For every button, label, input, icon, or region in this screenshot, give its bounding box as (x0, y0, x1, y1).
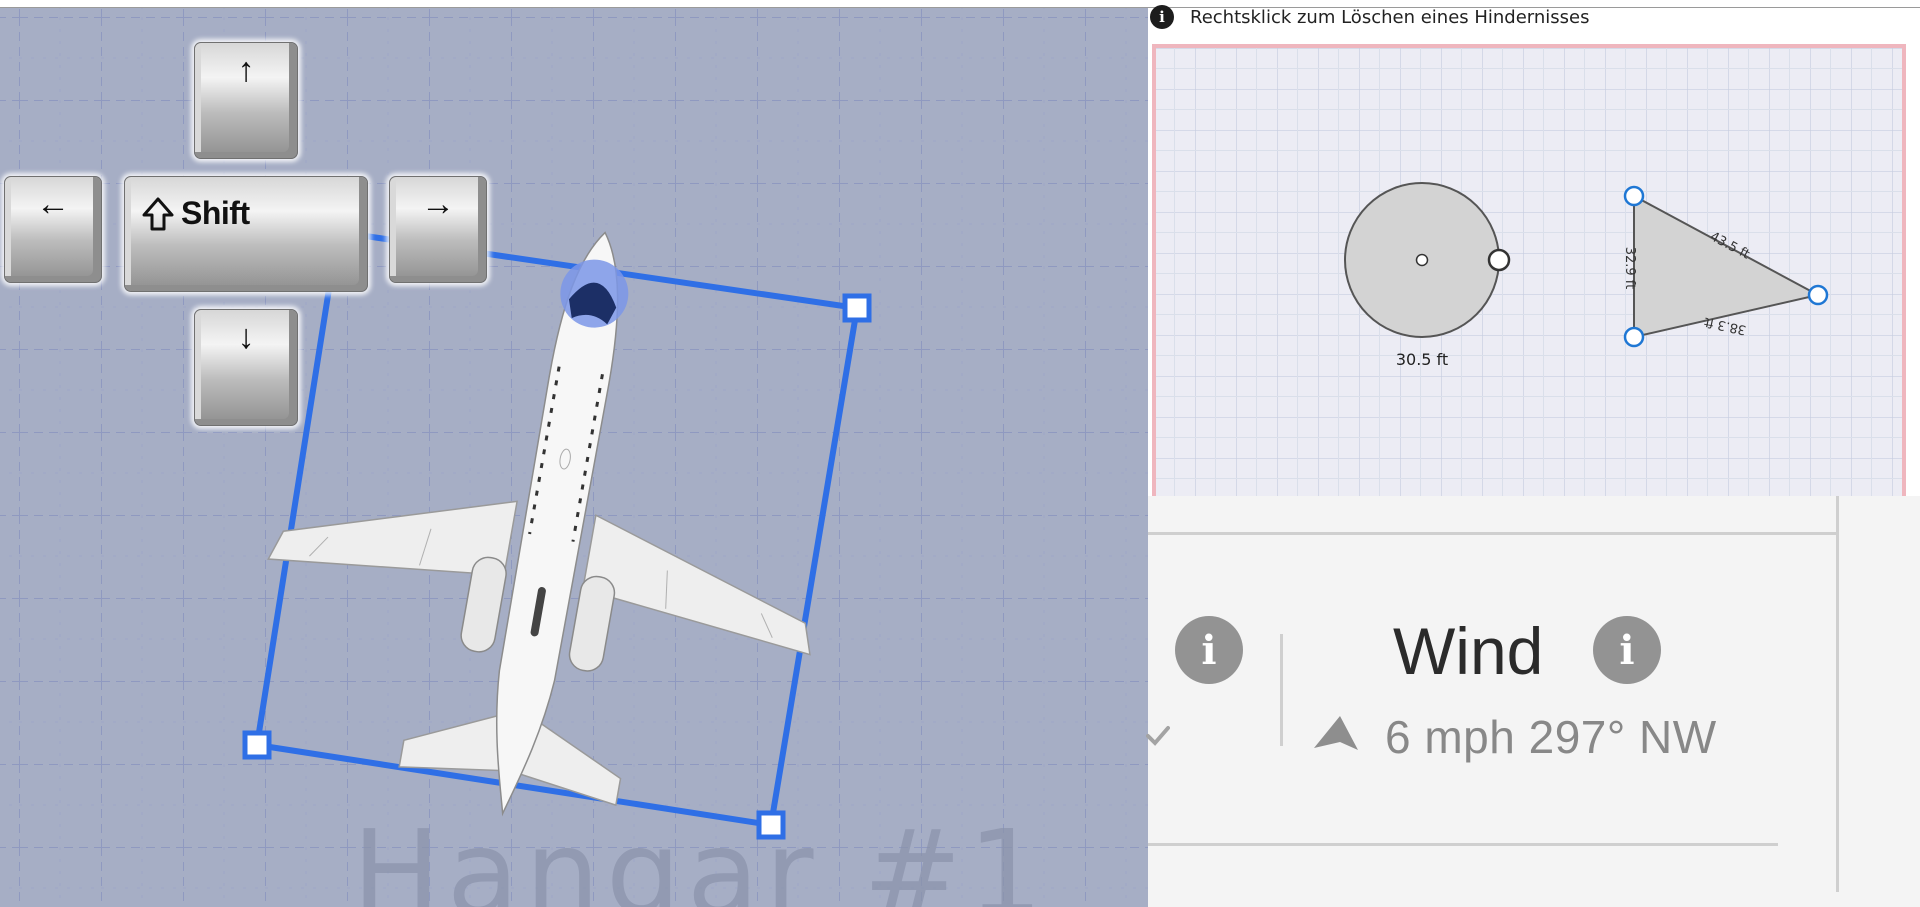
obstacle-canvas[interactable]: 30.5 ft 43.5 ft 32.9 ft 38.3 ft (1152, 44, 1906, 496)
wind-value: 6 mph 297° NW (1385, 711, 1717, 763)
wind-direction-arrow-icon (1314, 716, 1358, 750)
weather-panel-bottom-border (1148, 843, 1778, 846)
arrow-up-icon: ↑ (237, 51, 255, 89)
wind-title: Wind (1393, 614, 1544, 688)
shift-key-label: Shift (181, 195, 250, 231)
triangle-vertex-handle-right[interactable] (1807, 284, 1829, 306)
resize-handle-bottom-right[interactable] (756, 810, 786, 840)
weather-info-icon[interactable]: i (1175, 616, 1243, 684)
shift-key: Shift (124, 176, 368, 292)
delete-obstacle-hint-text: Rechtsklick zum Löschen eines Hinderniss… (1190, 6, 1590, 28)
arrow-left-icon: ← (36, 185, 70, 223)
circle-diameter-label: 30.5 ft (1396, 350, 1448, 369)
wind-info-icon[interactable]: i (1593, 616, 1661, 684)
resize-handle-top-right[interactable] (842, 293, 872, 323)
info-icon: i (1150, 5, 1174, 29)
weather-column-divider (1280, 634, 1283, 746)
app-root: Hangar #1 ↑ ← Shift → ↓ i Rechtsklick zu… (0, 0, 1920, 907)
arrow-right-key: → (389, 176, 487, 283)
circle-center-handle[interactable] (1415, 253, 1429, 267)
top-separator (0, 0, 1920, 8)
hangar-canvas[interactable]: Hangar #1 ↑ ← Shift → ↓ (0, 8, 1148, 907)
arrow-down-key: ↓ (194, 309, 298, 426)
check-icon (1146, 726, 1170, 746)
resize-handle-bottom-left[interactable] (242, 730, 272, 760)
arrow-down-icon: ↓ (237, 318, 255, 356)
delete-obstacle-hint: i Rechtsklick zum Löschen eines Hinderni… (1150, 2, 1590, 32)
triangle-side-b-label: 32.9 ft (1622, 247, 1637, 290)
obstacle-svg: 30.5 ft 43.5 ft 32.9 ft 38.3 ft (1156, 48, 1902, 496)
weather-panel-top-border (1148, 532, 1838, 535)
arrow-up-key: ↑ (194, 42, 298, 159)
circle-radius-handle[interactable] (1487, 248, 1511, 272)
aircraft-layer (242, 228, 872, 840)
triangle-vertex-handle-top[interactable] (1623, 185, 1645, 207)
arrow-right-icon: → (421, 185, 455, 223)
shift-arrow-icon (142, 197, 174, 230)
weather-panel-right-border (1836, 496, 1839, 892)
arrow-left-key: ← (4, 176, 102, 283)
triangle-vertex-handle-bottom[interactable] (1623, 326, 1645, 348)
